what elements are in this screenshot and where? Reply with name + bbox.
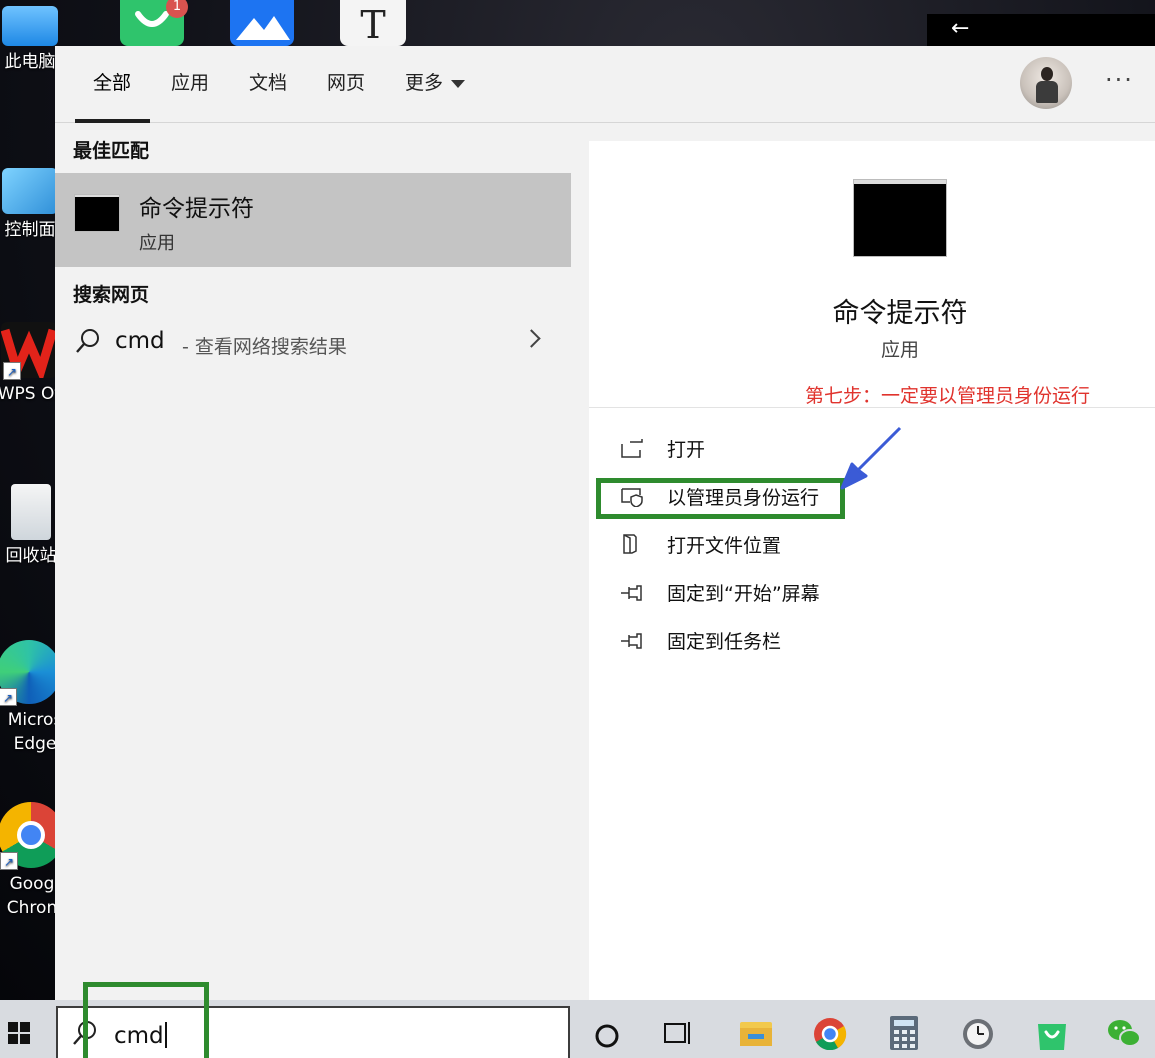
top-app-blue-icon[interactable] <box>230 0 294 46</box>
pin-icon <box>621 633 642 649</box>
more-options-icon[interactable]: ··· <box>1105 66 1134 94</box>
app-detail-pane: 命令提示符 应用 第七步：一定要以管理员身份运行 打开 以管理员身份运行 打开文… <box>589 141 1155 1000</box>
store-icon[interactable] <box>1034 1014 1070 1050</box>
web-search-heading: 搜索网页 <box>73 284 150 306</box>
calculator-icon[interactable] <box>886 1014 922 1050</box>
command-prompt-large-icon <box>853 179 947 257</box>
pointer-arrow-icon <box>840 426 902 490</box>
tab-web[interactable]: 网页 <box>327 68 365 95</box>
filter-tabs: 全部 应用 文档 网页 更多 ··· <box>55 46 1155 123</box>
best-match-item[interactable]: 命令提示符 应用 <box>55 173 571 267</box>
pin-icon <box>621 585 642 601</box>
chevron-down-icon <box>451 79 466 88</box>
best-match-name: 命令提示符 <box>139 196 254 222</box>
tab-all[interactable]: 全部 <box>93 68 131 95</box>
recycle-bin-icon <box>11 484 51 540</box>
clock-icon[interactable] <box>960 1014 996 1050</box>
web-search-hint: - 查看网络搜索结果 <box>182 336 347 358</box>
step-annotation: 第七步：一定要以管理员身份运行 <box>805 385 1091 407</box>
command-prompt-icon <box>74 194 120 232</box>
top-app-green-icon[interactable]: 1 <box>120 0 188 46</box>
shortcut-arrow-icon: ↗ <box>0 852 18 870</box>
action-open[interactable]: 打开 <box>621 431 821 467</box>
web-search-row[interactable]: cmd - 查看网络搜索结果 <box>55 318 571 368</box>
open-icon <box>621 439 643 458</box>
control-panel-icon <box>2 168 58 214</box>
search-panel: 全部 应用 文档 网页 更多 ··· 最佳匹配 命令提示符 应用 搜索网页 cm… <box>55 46 1155 1000</box>
chrome-icon[interactable] <box>812 1014 848 1051</box>
action-pin-to-start[interactable]: 固定到“开始”屏幕 <box>621 575 861 611</box>
file-explorer-icon[interactable] <box>738 1014 774 1050</box>
detail-app-type: 应用 <box>880 339 919 361</box>
best-match-heading: 最佳匹配 <box>73 140 150 162</box>
detail-app-name: 命令提示符 <box>832 298 968 329</box>
run-as-admin-highlight-box <box>596 478 845 519</box>
file-location-icon <box>623 534 637 554</box>
action-open-file-location[interactable]: 打开文件位置 <box>621 527 841 563</box>
wps-icon: ↗ <box>0 322 58 384</box>
action-label: 打开文件位置 <box>667 535 782 557</box>
avatar-head-shape <box>1041 67 1053 81</box>
active-tab-indicator <box>75 119 150 123</box>
action-label: 固定到任务栏 <box>667 631 782 653</box>
avatar[interactable] <box>1020 57 1072 109</box>
desktop-icon-label: Goog Chron <box>6 874 58 918</box>
top-app-typora-icon[interactable]: T <box>340 0 406 47</box>
avatar-body-shape <box>1036 81 1058 103</box>
tab-documents[interactable]: 文档 <box>249 68 287 95</box>
chevron-right-icon[interactable] <box>522 329 541 348</box>
search-input-highlight-box <box>83 982 209 1058</box>
task-view-icon[interactable] <box>662 1014 698 1050</box>
back-arrow-icon[interactable]: ← <box>951 16 969 41</box>
action-pin-to-taskbar[interactable]: 固定到任务栏 <box>621 623 821 659</box>
cortana-icon[interactable] <box>594 1014 630 1050</box>
tab-more-label: 更多 <box>405 72 444 94</box>
action-label: 打开 <box>667 439 706 461</box>
notification-badge: 1 <box>166 0 188 18</box>
tab-more[interactable]: 更多 <box>405 68 466 95</box>
best-match-type: 应用 <box>139 233 175 254</box>
web-search-query: cmd <box>115 328 165 354</box>
wechat-icon[interactable] <box>1106 1014 1142 1050</box>
computer-icon <box>2 6 58 46</box>
back-bar: ← <box>927 14 1155 46</box>
search-icon <box>76 329 99 353</box>
action-label: 固定到“开始”屏幕 <box>667 583 820 605</box>
tab-apps[interactable]: 应用 <box>171 68 209 95</box>
shortcut-arrow-icon: ↗ <box>0 688 17 706</box>
windows-start-icon[interactable] <box>8 1022 30 1044</box>
shortcut-arrow-icon: ↗ <box>3 362 21 380</box>
edge-icon: ↗ <box>0 640 61 706</box>
